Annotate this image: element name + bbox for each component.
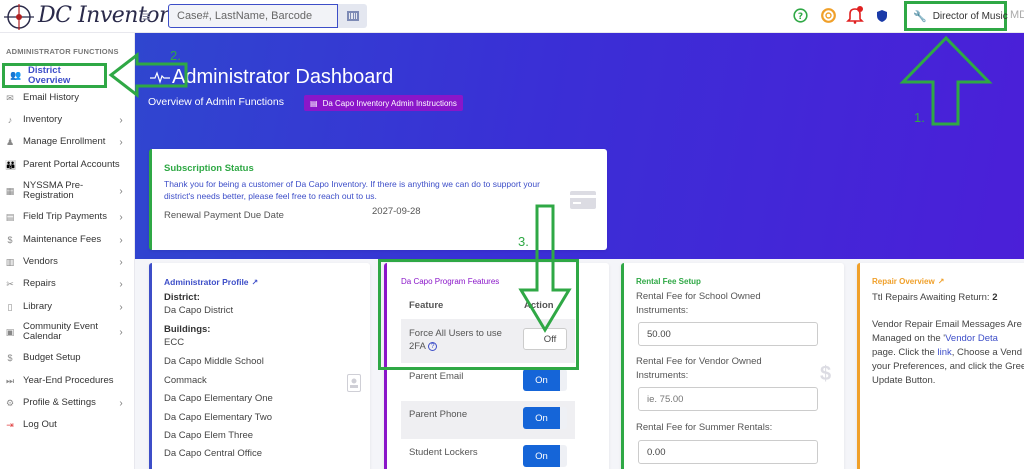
menu-toggle-icon[interactable]: ≡ — [142, 9, 150, 23]
security-shield-icon[interactable] — [874, 8, 889, 23]
top-bar: DC Inventory ≡ ? 🔧 Director of Music MD — [0, 0, 1024, 33]
annotation-number-1: 1. — [914, 110, 925, 125]
barcode-icon — [346, 11, 359, 21]
annotation-arrow-down — [518, 204, 572, 333]
logo-text: DC Inventory — [38, 3, 181, 28]
svg-text:?: ? — [798, 12, 803, 22]
search-input[interactable] — [168, 4, 338, 28]
logo-emblem-icon — [4, 4, 34, 30]
support-lifebuoy-icon[interactable] — [821, 8, 836, 23]
role-switcher[interactable]: 🔧 Director of Music — [904, 1, 1008, 31]
role-label: Director of Music — [932, 10, 1008, 22]
notifications-bell-icon[interactable] — [845, 5, 865, 25]
barcode-scan-button[interactable] — [338, 4, 367, 28]
app-logo[interactable]: DC Inventory — [4, 2, 181, 32]
wrench-icon: 🔧 — [913, 10, 927, 23]
annotation-number-3: 3. — [518, 234, 529, 249]
help-icon[interactable]: ? — [793, 8, 808, 23]
annotation-number-2: 2. — [170, 48, 181, 63]
user-initials[interactable]: MD — [1010, 9, 1024, 21]
annotation-arrows — [108, 35, 993, 333]
